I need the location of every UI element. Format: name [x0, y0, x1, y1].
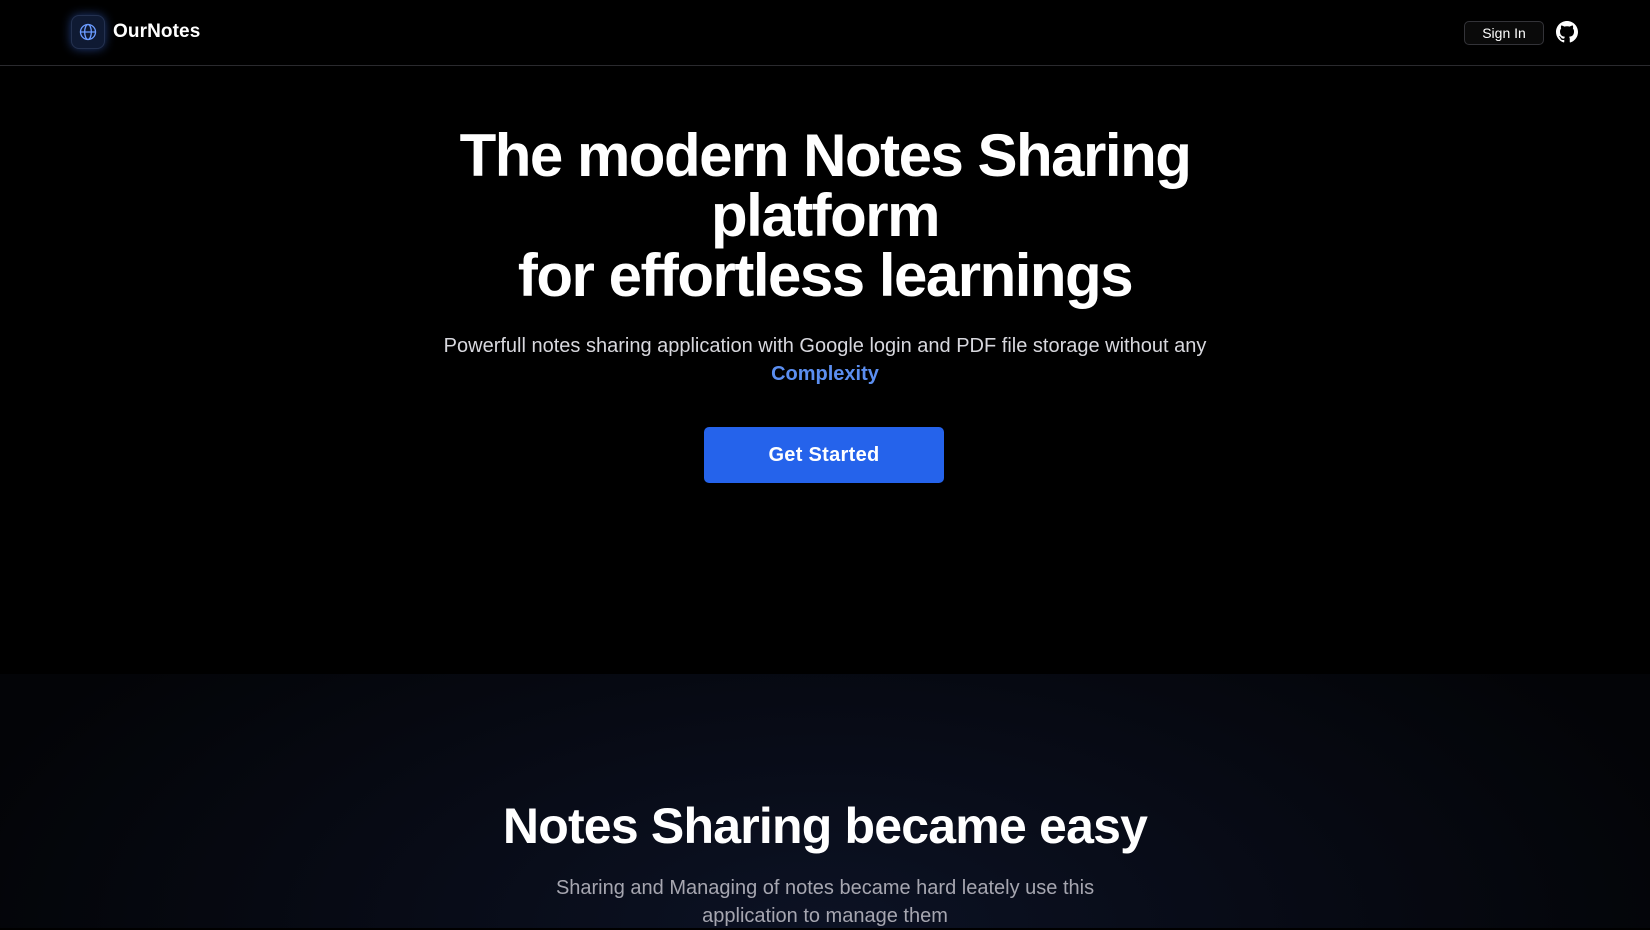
hero-title: The modern Notes Sharing platform for ef…	[325, 126, 1325, 306]
github-icon	[1556, 21, 1578, 43]
top-navbar: OurNotes Sign In	[0, 0, 1650, 66]
hero-title-line-2: platform	[711, 182, 941, 249]
globe-icon	[71, 15, 105, 49]
brand-home-link[interactable]: OurNotes	[71, 14, 200, 50]
sign-in-button[interactable]: Sign In	[1464, 21, 1544, 45]
github-link[interactable]	[1555, 20, 1579, 44]
features-title: Notes Sharing became easy	[502, 798, 1148, 854]
get-started-button[interactable]: Get Started	[704, 427, 944, 483]
brand-name: OurNotes	[113, 21, 201, 42]
hero-subtitle: Powerfull notes sharing application with…	[375, 332, 1275, 388]
hero-section: The modern Notes Sharing platform for ef…	[0, 66, 1650, 674]
hero-title-line-3: for effortless learnings	[517, 242, 1134, 309]
features-section: Notes Sharing became easy Sharing and Ma…	[0, 674, 1650, 928]
features-subtitle: Sharing and Managing of notes became har…	[555, 877, 1095, 927]
hero-subtitle-text: Powerfull notes sharing application with…	[443, 335, 1207, 357]
hero-title-line-1: The modern Notes Sharing	[459, 122, 1192, 189]
hero-subtitle-highlight: Complexity	[771, 363, 879, 385]
